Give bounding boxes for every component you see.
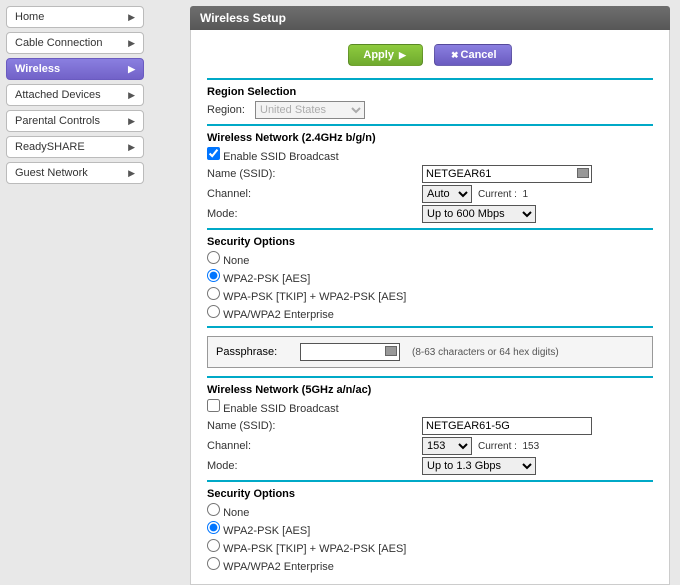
band5-enable-ssid[interactable]: Enable SSID Broadcast [207, 398, 653, 416]
nav-wireless[interactable]: Wireless ▶ [6, 58, 144, 80]
nav-readyshare[interactable]: ReadySHARE ▶ [6, 136, 144, 158]
nav-label: Guest Network [15, 167, 88, 179]
passphrase-box: Passphrase: (8-63 characters or 64 hex d… [207, 336, 653, 368]
chevron-right-icon: ▶ [128, 90, 135, 101]
band24-enable-ssid[interactable]: Enable SSID Broadcast [207, 146, 653, 164]
band5-ssid-label: Name (SSID): [207, 420, 422, 432]
band5-mode-select[interactable]: Up to 1.3 Gbps [422, 457, 536, 475]
keyboard-icon[interactable] [385, 346, 397, 356]
band24-sec-wpamix[interactable]: WPA-PSK [TKIP] + WPA2-PSK [AES] [207, 286, 653, 304]
content: Apply ▶ ✖Cancel Region Selection Region:… [190, 30, 670, 585]
chevron-right-icon: ▶ [128, 116, 135, 127]
nav-home[interactable]: Home ▶ [6, 6, 144, 28]
region-label: Region: [207, 104, 255, 116]
band24-channel-label: Channel: [207, 188, 422, 200]
band5-sec-enterprise[interactable]: WPA/WPA2 Enterprise [207, 556, 653, 574]
nav-guest-network[interactable]: Guest Network ▶ [6, 162, 144, 184]
band24-ssid-label: Name (SSID): [207, 168, 422, 180]
band24-channel-select[interactable]: Auto [422, 185, 472, 203]
nav-label: Attached Devices [15, 89, 101, 101]
nav-label: Cable Connection [15, 37, 102, 49]
scroll-area[interactable]: Region Selection Region: United States W… [191, 70, 669, 584]
main-panel: Wireless Setup Apply ▶ ✖Cancel Region Se… [190, 6, 670, 505]
band5-channel-select[interactable]: 153 [422, 437, 472, 455]
apply-label: Apply [363, 49, 394, 61]
band24-current-label: Current : [478, 189, 517, 200]
band24-enable-checkbox[interactable] [207, 147, 220, 160]
band24-ssid-input[interactable] [422, 165, 592, 183]
band5-sec-none[interactable]: None [207, 502, 653, 520]
band24-enable-label: Enable SSID Broadcast [223, 151, 339, 163]
band5-channel-label: Channel: [207, 440, 422, 452]
keyboard-icon[interactable] [577, 168, 589, 178]
band24-sec-wpa2psk[interactable]: WPA2-PSK [AES] [207, 268, 653, 286]
band24-security-heading: Security Options [207, 236, 653, 250]
chevron-right-icon: ▶ [128, 168, 135, 179]
nav-attached-devices[interactable]: Attached Devices ▶ [6, 84, 144, 106]
band24-sec-none[interactable]: None [207, 250, 653, 268]
band5-heading: Wireless Network (5GHz a/n/ac) [207, 384, 653, 398]
chevron-right-icon: ▶ [128, 142, 135, 153]
band5-sec-wpamix[interactable]: WPA-PSK [TKIP] + WPA2-PSK [AES] [207, 538, 653, 556]
nav-label: Wireless [15, 63, 60, 75]
nav-cable-connection[interactable]: Cable Connection ▶ [6, 32, 144, 54]
band5-current-label: Current : [478, 441, 517, 452]
page-title: Wireless Setup [190, 6, 670, 30]
passphrase-label: Passphrase: [216, 346, 300, 358]
band24-current-value: 1 [522, 189, 528, 200]
nav-label: Home [15, 11, 44, 23]
chevron-right-icon: ▶ [128, 64, 135, 75]
nav-label: ReadySHARE [15, 141, 85, 153]
band24-sec-enterprise[interactable]: WPA/WPA2 Enterprise [207, 304, 653, 322]
band24-mode-label: Mode: [207, 208, 422, 220]
action-bar: Apply ▶ ✖Cancel [191, 30, 669, 70]
band5-ssid-input[interactable] [422, 417, 592, 435]
apply-button[interactable]: Apply ▶ [348, 44, 423, 66]
band5-security-heading: Security Options [207, 488, 653, 502]
band24-heading: Wireless Network (2.4GHz b/g/n) [207, 132, 653, 146]
band5-sec-wpa2psk[interactable]: WPA2-PSK [AES] [207, 520, 653, 538]
nav-parental-controls[interactable]: Parental Controls ▶ [6, 110, 144, 132]
close-icon: ✖ [451, 50, 459, 60]
sidebar: Home ▶ Cable Connection ▶ Wireless ▶ Att… [0, 0, 150, 511]
passphrase-hint: (8-63 characters or 64 hex digits) [412, 347, 559, 358]
band5-current-value: 153 [522, 441, 539, 452]
region-heading: Region Selection [207, 86, 653, 100]
band5-enable-label: Enable SSID Broadcast [223, 403, 339, 415]
play-icon: ▶ [399, 50, 406, 60]
band5-enable-checkbox[interactable] [207, 399, 220, 412]
nav-label: Parental Controls [15, 115, 100, 127]
region-select[interactable]: United States [255, 101, 365, 119]
cancel-button[interactable]: ✖Cancel [434, 44, 512, 66]
cancel-label: Cancel [461, 49, 497, 61]
chevron-right-icon: ▶ [128, 38, 135, 49]
band24-mode-select[interactable]: Up to 600 Mbps [422, 205, 536, 223]
chevron-right-icon: ▶ [128, 12, 135, 23]
band5-mode-label: Mode: [207, 460, 422, 472]
